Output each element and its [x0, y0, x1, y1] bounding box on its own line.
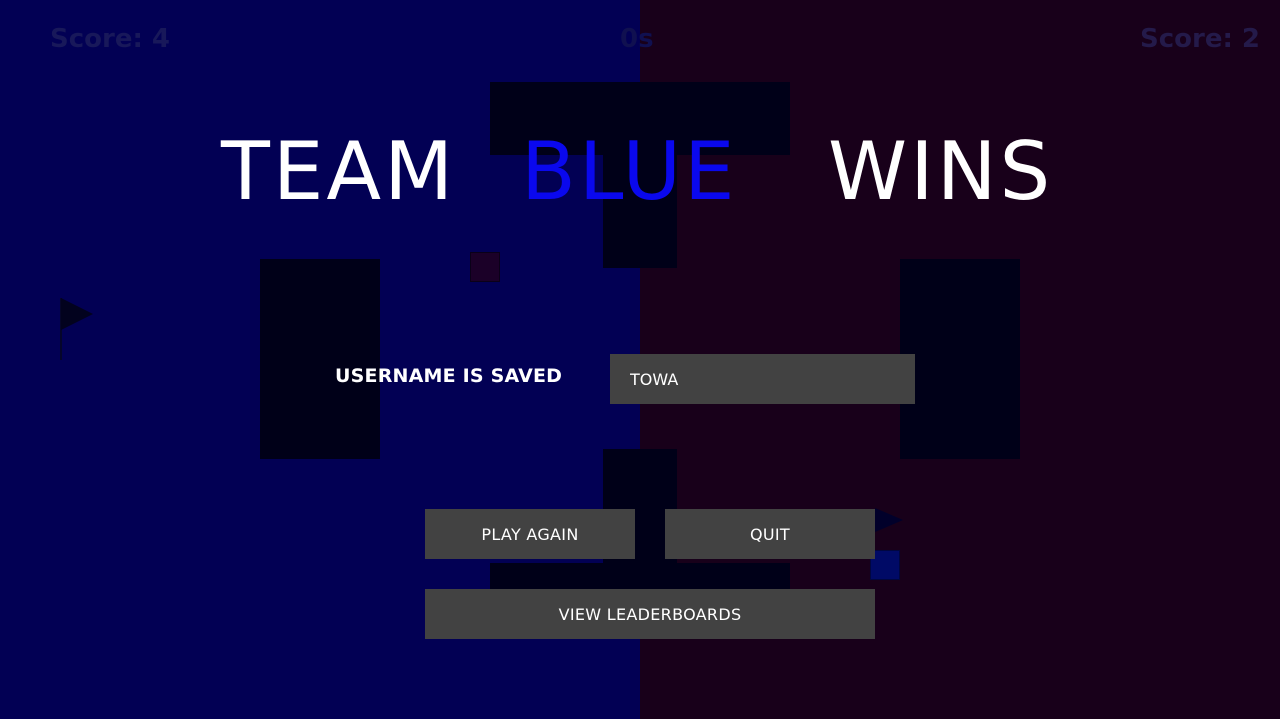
timer: 0s [620, 24, 654, 54]
red-score: Score: 2 [1140, 24, 1260, 54]
username-saved-label: USERNAME IS SAVED [335, 365, 563, 387]
username-input[interactable] [610, 354, 915, 404]
title-winner-team: BLUE [521, 125, 738, 218]
obstacle-right [900, 259, 1020, 459]
blue-flag-icon [61, 298, 93, 330]
title-wins: WINS [828, 125, 1054, 218]
obstacle-left [260, 259, 380, 459]
play-again-button[interactable]: PLAY AGAIN [425, 509, 635, 559]
view-leaderboards-button[interactable]: VIEW LEADERBOARDS [425, 589, 875, 639]
blue-score: Score: 4 [50, 24, 170, 54]
red-flag-icon [875, 508, 903, 532]
title-team: TEAM [221, 125, 457, 218]
obstacle-bottom [490, 563, 790, 589]
red-player [470, 252, 500, 282]
game-canvas: Score: 4 0s Score: 2 TEAM BLUE WINS USER… [0, 0, 1280, 719]
quit-button[interactable]: QUIT [665, 509, 875, 559]
